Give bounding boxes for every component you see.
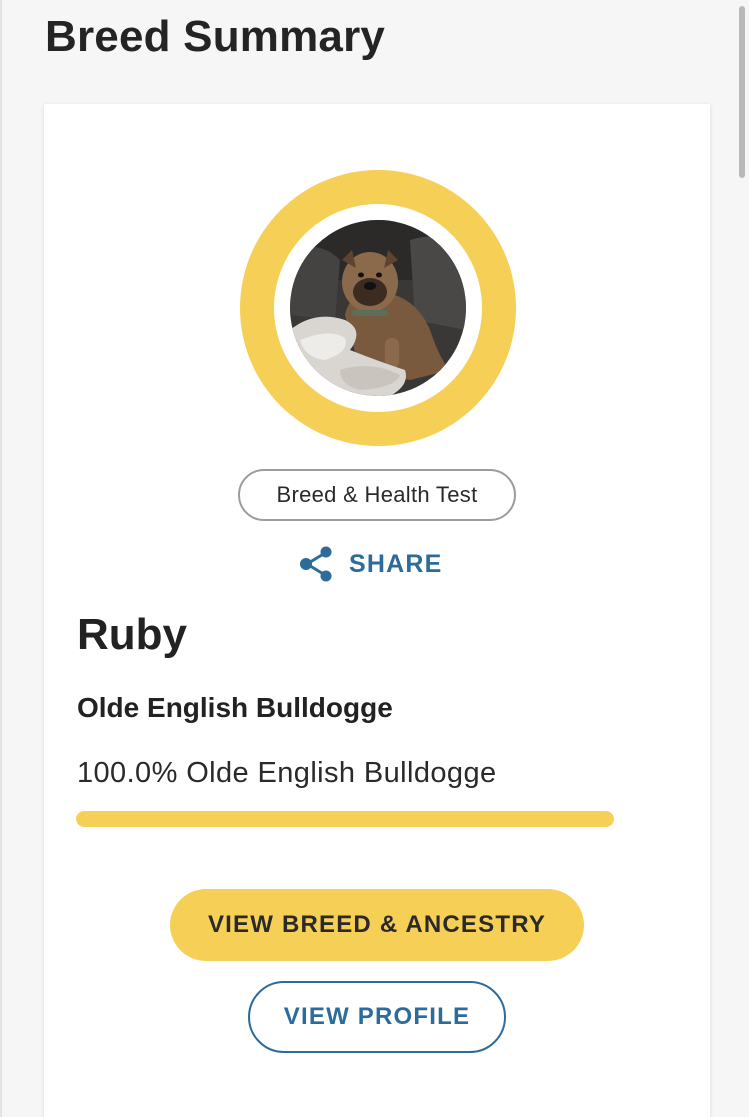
share-icon xyxy=(300,546,332,582)
dog-name: Ruby xyxy=(77,610,187,659)
breed-percentage-bar xyxy=(76,811,614,827)
view-profile-button[interactable]: VIEW PROFILE xyxy=(248,981,506,1053)
test-type-badge: Breed & Health Test xyxy=(238,469,516,521)
breed-percentage-label: 100.0% Olde English Bulldogge xyxy=(77,757,497,789)
dog-photo xyxy=(290,220,466,396)
profile-photo-ring xyxy=(240,170,516,446)
breed-summary-page: Breed Summary Breed & Health Test SHARE … xyxy=(0,0,749,1117)
share-label: SHARE xyxy=(349,549,443,578)
breed-summary-card: Breed & Health Test SHARE Ruby Olde Engl… xyxy=(44,104,710,1117)
page-title: Breed Summary xyxy=(45,12,386,61)
share-button[interactable]: SHARE xyxy=(299,542,443,586)
breed-heading: Olde English Bulldogge xyxy=(77,692,393,723)
breed-percentage-bar-fill xyxy=(76,811,614,827)
scrollbar[interactable] xyxy=(739,6,745,178)
view-breed-ancestry-button[interactable]: VIEW BREED & ANCESTRY xyxy=(170,889,584,961)
